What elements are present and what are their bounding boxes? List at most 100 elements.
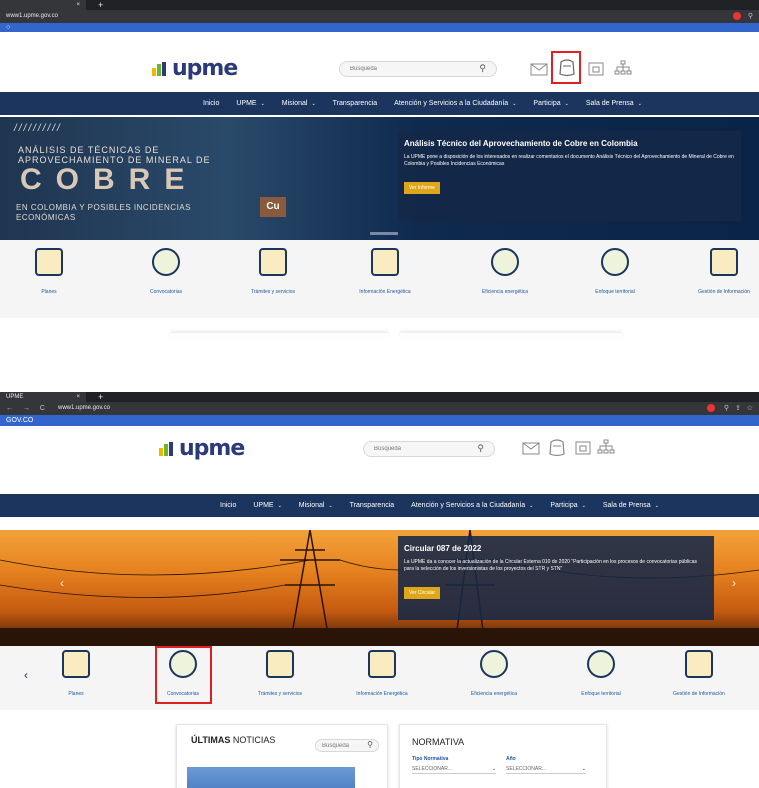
anio-select[interactable]: SELECCIONAR... ⌄ <box>506 764 586 774</box>
chevron-down-icon: ⌄ <box>311 101 316 107</box>
quick-link-gestion-informacion[interactable]: Gestión de Información <box>684 248 759 298</box>
nav-item-inicio[interactable]: Inicio <box>203 100 219 107</box>
news-image[interactable] <box>187 767 355 788</box>
news-search-input[interactable] <box>322 741 362 751</box>
quick-link-planes[interactable]: Planes <box>36 650 116 700</box>
chrome-profile-icon[interactable] <box>733 12 741 20</box>
search-input[interactable] <box>374 444 474 454</box>
quick-link-enfoque-territorial[interactable]: Enfoque territorial <box>575 248 655 298</box>
screenshot-1: × + www1.upme.gov.co ⚲ ○ upme ⚲ Inicio U… <box>0 0 759 318</box>
chevron-down-icon: ⌄ <box>491 766 496 772</box>
nav-item-transparencia[interactable]: Transparencia <box>350 502 395 509</box>
logo-mark-icon <box>152 61 168 76</box>
tab-title: UPME <box>6 394 24 400</box>
share-icon[interactable]: ⇪ <box>735 402 741 415</box>
sitemap-icon[interactable] <box>614 60 632 76</box>
nav-item-atencion[interactable]: Atención y Servicios a la Ciudadanía ⌄ <box>411 502 533 509</box>
browser-nav-buttons[interactable]: ← → C <box>6 402 49 415</box>
chevron-down-icon: ⌄ <box>328 503 333 509</box>
nav-item-misional[interactable]: Misional ⌄ <box>299 502 333 509</box>
banner-slashes: ////////// <box>14 123 62 134</box>
contact-icon[interactable] <box>547 438 567 458</box>
news-heading: ÚLTIMAS NOTICIAS <box>191 735 276 745</box>
quick-link-informacion-energetica[interactable]: Información Energética <box>345 248 425 298</box>
slider-indicator[interactable] <box>370 232 398 235</box>
id-card-icon[interactable] <box>587 61 605 77</box>
mail-icon[interactable] <box>522 440 540 456</box>
nav-item-misional[interactable]: Misional ⌄ <box>282 100 316 107</box>
clipboard-icon <box>62 650 90 678</box>
close-tab-icon[interactable]: × <box>76 392 80 402</box>
banner-big-word: COBRE <box>20 163 199 196</box>
quick-links-row: ‹ Planes Convocatorias Trámites y servic… <box>0 646 759 710</box>
gov-bar-label[interactable]: ○ <box>6 24 10 31</box>
tipo-normativa-label: Tipo Normativa <box>412 756 449 762</box>
quick-link-gestion-informacion[interactable]: Gestión de Información <box>659 650 739 700</box>
quick-link-informacion-energetica[interactable]: Información Energética <box>342 650 422 700</box>
ver-informe-button[interactable]: Ver Informe <box>404 182 440 194</box>
main-nav: Inicio UPME ⌄ Misional ⌄ Transparencia Ate… <box>0 494 759 517</box>
quick-link-eficiencia[interactable]: Eficiencia energética <box>465 248 545 298</box>
gov-bar: GOV.CO <box>0 415 759 426</box>
quick-links-row: Planes Convocatorias Trámites y servicio… <box>0 240 759 318</box>
bookmark-star-icon[interactable]: ☆ <box>747 402 753 415</box>
search-input[interactable] <box>350 64 450 74</box>
chevron-down-icon: ⌄ <box>581 766 586 772</box>
nav-item-atencion[interactable]: Atención y Servicios a la Ciudadanía ⌄ <box>394 100 516 107</box>
copper-element-tile: Cu <box>260 197 286 217</box>
sitemap-icon[interactable] <box>597 439 615 455</box>
quick-link-eficiencia[interactable]: Eficiencia energética <box>454 650 534 700</box>
quick-links-prev-arrow[interactable]: ‹ <box>24 668 28 682</box>
new-tab-button[interactable]: + <box>98 0 103 10</box>
zoom-icon[interactable]: ⚲ <box>724 402 729 415</box>
quick-link-tramites[interactable]: Trámites y servicios <box>240 650 320 700</box>
url-text[interactable]: www1.upme.gov.co <box>6 12 58 21</box>
chrome-profile-icon[interactable] <box>707 404 715 412</box>
handshake-icon <box>587 650 615 678</box>
search-icon[interactable]: ⚲ <box>477 443 484 454</box>
search-icon[interactable]: ⚲ <box>367 740 373 749</box>
zoom-icon[interactable]: ⚲ <box>748 10 753 23</box>
tipo-normativa-select[interactable]: SELECCIONAR... ⌄ <box>412 764 496 774</box>
quick-link-tramites[interactable]: Trámites y servicios <box>233 248 313 298</box>
nav-item-upme[interactable]: UPME ⌄ <box>253 502 281 509</box>
new-tab-button[interactable]: + <box>98 392 103 402</box>
chevron-down-icon: ⌄ <box>529 503 534 509</box>
upme-logo[interactable]: upme <box>152 56 238 81</box>
ver-circular-button[interactable]: Ver Circular <box>404 587 441 599</box>
banner-prev-arrow[interactable]: ‹ <box>60 576 64 590</box>
quick-link-enfoque-territorial[interactable]: Enfoque territorial <box>561 650 641 700</box>
close-tab-icon[interactable]: × <box>76 0 80 10</box>
search-box[interactable]: ⚲ <box>339 61 497 77</box>
search-icon[interactable]: ⚲ <box>479 63 486 74</box>
chevron-down-icon: ⌄ <box>512 101 517 107</box>
quick-link-planes[interactable]: Planes <box>9 248 89 298</box>
anio-label: Año <box>506 756 516 762</box>
news-search-box[interactable]: ⚲ <box>315 739 379 752</box>
nav-item-inicio[interactable]: Inicio <box>220 502 236 509</box>
gov-co-link[interactable]: GOV.CO <box>6 417 33 424</box>
gear-bulb-icon <box>152 248 180 276</box>
chevron-down-icon: ⌄ <box>637 101 642 107</box>
logo-text: upme <box>179 436 245 461</box>
nav-list: Inicio UPME ⌄ Misional ⌄ Transparencia Ate… <box>203 92 659 115</box>
nav-item-upme[interactable]: UPME ⌄ <box>236 100 264 107</box>
nav-item-sala-prensa[interactable]: Sala de Prensa ⌄ <box>603 502 659 509</box>
banner-next-arrow[interactable]: › <box>732 576 736 590</box>
quick-link-convocatorias[interactable]: Convocatorias <box>126 248 206 298</box>
nav-item-participa[interactable]: Participa ⌄ <box>550 502 585 509</box>
nav-item-transparencia[interactable]: Transparencia <box>333 100 378 107</box>
chevron-down-icon: ⌄ <box>564 101 569 107</box>
url-text[interactable]: www1.upme.gov.co <box>58 404 110 413</box>
upme-logo[interactable]: upme <box>159 436 245 461</box>
banner-info-panel: Circular 087 de 2022 La UPME da a conoce… <box>398 536 714 620</box>
nav-item-sala-prensa[interactable]: Sala de Prensa ⌄ <box>586 100 642 107</box>
screenshot-separator <box>0 318 759 392</box>
highlight-box <box>155 646 212 704</box>
search-box[interactable]: ⚲ <box>363 441 495 457</box>
mail-icon[interactable] <box>530 61 548 77</box>
id-card-icon[interactable] <box>574 440 592 456</box>
browser-tab[interactable]: UPME × <box>0 392 86 402</box>
nav-item-participa[interactable]: Participa ⌄ <box>533 100 568 107</box>
browser-tab[interactable]: × <box>0 0 86 10</box>
